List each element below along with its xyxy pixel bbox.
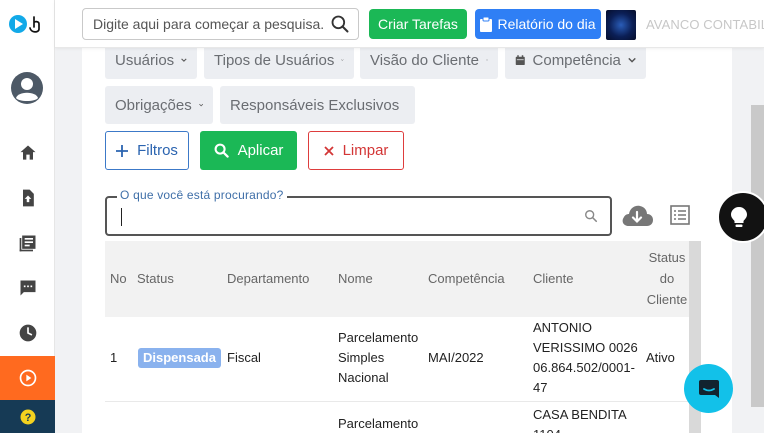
app-logo-icon[interactable] [8,12,48,36]
search-icon [214,143,229,158]
chevron-down-icon [628,57,636,63]
live-chat-button[interactable] [684,364,733,413]
col-departamento[interactable]: Departamento [227,268,309,289]
company-name[interactable]: AVANCO CONTABIL [646,17,764,32]
cell-cliente: CASA BENDITA 1104 [533,407,626,433]
table-search-field[interactable]: O que você está procurando? [105,188,612,236]
cell-nome: Parcelamento [338,416,419,431]
cell-nome: Parcelamento Simples Nacional [338,330,419,385]
col-cliente[interactable]: Cliente [533,268,573,289]
global-search[interactable] [82,8,359,40]
search-icon[interactable] [330,14,350,34]
global-search-input[interactable] [83,9,323,39]
chat-icon [20,280,35,296]
plus-icon [116,144,129,157]
table-header: No Status Departamento Nome Competência … [105,241,690,317]
home-icon [20,145,35,160]
chip-label: Obrigações [115,96,192,114]
filtros-button[interactable]: Filtros [105,131,189,170]
cell-competencia: MAI/2022 [428,350,484,365]
cell-departamento: Fiscal [227,350,261,365]
left-sidebar: ? [0,0,55,433]
search-icon [585,210,598,223]
svg-text:?: ? [24,411,31,423]
criar-tarefas-label: Criar Tarefas [378,16,458,32]
sidebar-item-history[interactable] [0,311,55,355]
lightbulb-icon [731,207,747,227]
table-row[interactable]: Parcelamento CASA BENDITA 1104 [105,403,690,433]
clipboard-icon [480,16,493,32]
col-no[interactable]: No [110,268,127,289]
chip-label: Visão do Cliente [370,51,479,69]
chevron-down-icon [341,59,344,61]
col-status-cliente[interactable]: Status do Cliente [646,247,688,310]
cell-cliente: ANTONIO VERISSIMO 0026 06.864.502/0001-4… [533,320,638,395]
aplicar-button[interactable]: Aplicar [200,131,297,170]
play-circle-icon [19,369,36,387]
company-logo[interactable] [606,10,636,40]
list-view-icon[interactable] [668,203,692,227]
table-search-input[interactable] [119,205,559,229]
filter-obrigacoes[interactable]: Obrigações [105,86,213,124]
close-icon [323,145,334,156]
main-card: Usuários Tipos de Usuários Visão do Clie… [82,34,732,433]
sidebar-item-messages[interactable] [0,266,55,310]
limpar-button[interactable]: Limpar [308,131,404,170]
cell-status-cliente: Ativo [646,350,675,365]
help-icon: ? [20,409,35,424]
sidebar-item-help[interactable]: ? [0,400,55,433]
sidebar-item-upload[interactable] [0,176,55,220]
cell-no: 1 [110,350,118,365]
chevron-down-icon [198,103,203,107]
filtros-label: Filtros [137,142,178,159]
sidebar-item-library[interactable] [0,221,55,265]
page-scrollbar[interactable] [751,105,764,407]
file-upload-icon [22,189,34,207]
status-badge: Dispensada [138,348,221,368]
chevron-down-icon [486,59,488,61]
table-search-legend: O que você está procurando? [117,188,287,202]
chip-label: Competência [532,51,621,69]
sidebar-item-play[interactable] [0,356,55,400]
chip-label: Usuários [115,51,175,69]
chevron-down-icon [181,58,187,62]
calendar-icon [515,54,525,65]
relatorio-do-dia-button[interactable]: Relatório do dia [475,9,601,39]
user-avatar-icon[interactable] [10,71,44,105]
col-competencia[interactable]: Competência [428,268,505,289]
chat-bubble-icon [698,379,719,398]
col-status[interactable]: Status [137,268,174,289]
tips-button[interactable] [717,191,764,243]
limpar-label: Limpar [342,142,389,159]
sidebar-item-home[interactable] [0,131,55,175]
filter-responsaveis[interactable]: Responsáveis Exclusivos [220,86,415,124]
col-nome[interactable]: Nome [338,268,373,289]
chip-label: Responsáveis Exclusivos [230,96,400,114]
aplicar-label: Aplicar [237,142,284,159]
library-icon [19,235,35,252]
cloud-download-icon[interactable] [620,202,654,230]
table-row[interactable]: 1 Dispensada Fiscal Parcelamento Simples… [105,317,690,402]
text-caret [121,208,122,226]
clock-icon [19,324,36,342]
top-bar: Criar Tarefas Relatório do dia AVANCO CO… [55,0,764,48]
relatorio-label: Relatório do dia [497,16,596,32]
chip-label: Tipos de Usuários [214,51,335,69]
criar-tarefas-button[interactable]: Criar Tarefas [369,9,467,39]
